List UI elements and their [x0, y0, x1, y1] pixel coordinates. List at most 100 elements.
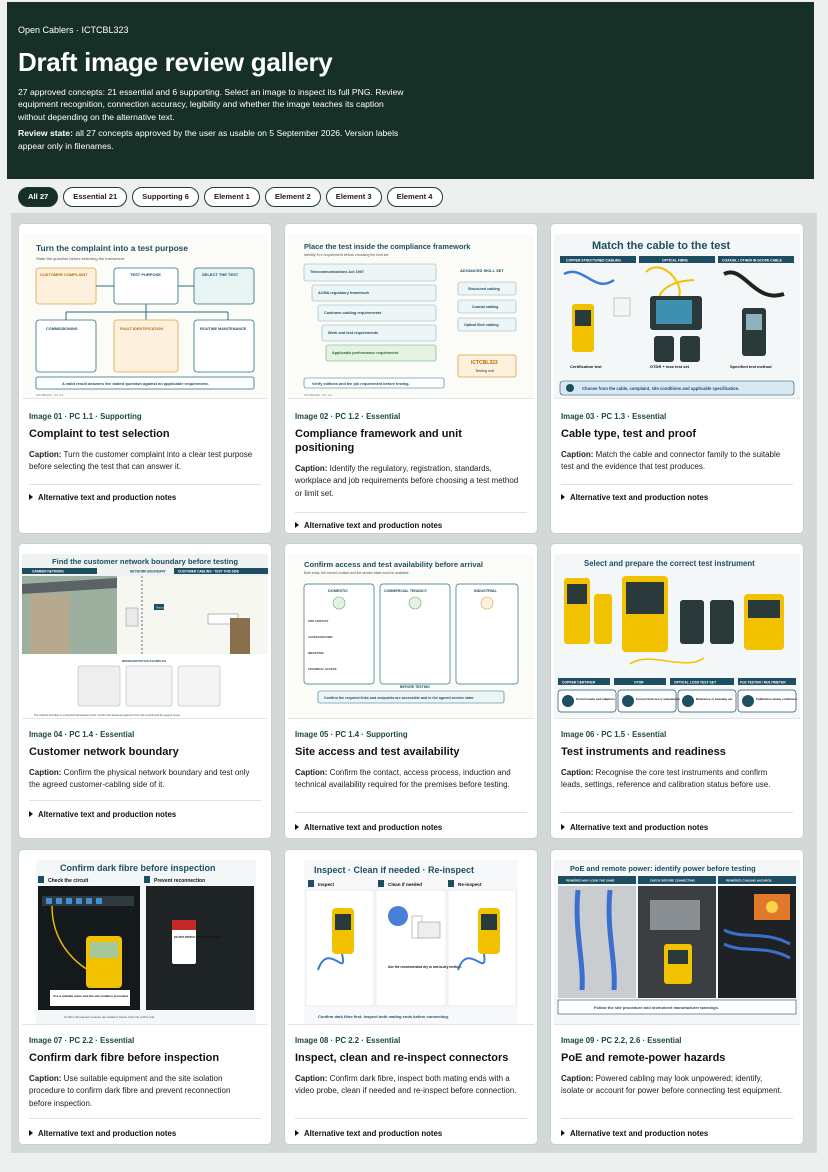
image-card-08[interactable]: Inspect · Clean if needed · Re-inspect I… [284, 849, 538, 1145]
thumb-row-4: TECHNICAL ACCESS [308, 667, 337, 671]
thumb-col-1: DOMESTIC [328, 589, 348, 593]
image-card-06[interactable]: Select and prepare the correct test inst… [550, 543, 804, 839]
disclosure-triangle-icon [561, 824, 565, 830]
card-caption: Caption: Confirm dark fibre, inspect bot… [295, 1073, 521, 1098]
thumb-subheading: State the question before selecting the … [36, 256, 125, 261]
card-divider [29, 800, 261, 801]
thumb-tag: Test scope [156, 606, 169, 610]
caption-label: Caption: [29, 450, 62, 459]
thumb-step-3: Reference or baseline set [696, 697, 732, 701]
thumb-col-3: COAXIAL / OTHER IN-SCOPE CABLE [722, 259, 783, 263]
alt-text-toggle[interactable]: Alternative text and production notes [29, 1129, 176, 1139]
thumb-option-2: FAULT IDENTIFICATION [120, 327, 163, 331]
thumb-side-item-3: Optical fibre cabling [464, 323, 499, 327]
thumb-footer: Verify editions and the job requirement … [312, 382, 409, 386]
alt-text-label: Alternative text and production notes [304, 823, 443, 832]
image-card-05[interactable]: Confirm access and test availability bef… [284, 543, 538, 839]
image-thumbnail-01[interactable]: Turn the complaint into a test purpose S… [22, 234, 268, 399]
thumb-step-2: Prevent reconnection [154, 878, 205, 884]
caption-label: Caption: [295, 768, 328, 777]
thumb-subheading: Identify th e requirement before choosin… [304, 253, 389, 257]
card-divider [295, 812, 527, 813]
thumb-step-2: Correct limit set or wavelength [636, 697, 680, 701]
thumb-heading: Confirm access and test availability bef… [304, 560, 483, 569]
card-title: Confirm dark fibre before inspection [29, 1052, 220, 1064]
image-thumbnail-07[interactable]: Confirm dark fibre before inspection Che… [22, 860, 268, 1025]
thumb-item-4: Work and test requirements [328, 331, 378, 335]
thumb-step-1: Inspect [318, 882, 335, 887]
image-card-01[interactable]: Turn the complaint into a test purpose S… [18, 223, 272, 534]
thumb-heading: Find the customer network boundary befor… [52, 557, 238, 566]
card-meta: Image 07 · PC 2.2 · Essential [29, 1036, 135, 1045]
filter-essential[interactable]: Essential 21 [63, 187, 128, 207]
card-caption: Caption: Recognise the core test instrum… [561, 767, 787, 792]
image-card-02[interactable]: Place the test inside the compliance fra… [284, 223, 538, 534]
thumb-panel-3: POWERED CABLING HAZARDS [726, 879, 772, 883]
image-thumbnail-09[interactable]: PoE and remote power: identify power bef… [554, 860, 800, 1025]
image-thumbnail-06[interactable]: Select and prepare the correct test inst… [554, 554, 800, 719]
image-card-04[interactable]: Find the customer network boundary befor… [18, 543, 272, 839]
filter-supporting[interactable]: Supporting 6 [132, 187, 199, 207]
image-thumbnail-03[interactable]: Match the cable to the test COPPER STRUC… [554, 234, 800, 399]
card-divider [561, 812, 793, 813]
thumb-box-complaint: CUSTOMER COMPLAINT [40, 272, 88, 277]
thumb-box-select: SELECT THE TEST [202, 272, 239, 277]
disclosure-triangle-icon [29, 494, 33, 500]
alt-text-toggle[interactable]: Alternative text and production notes [295, 1129, 442, 1139]
alt-text-label: Alternative text and production notes [570, 823, 709, 832]
alt-text-toggle[interactable]: Alternative text and production notes [295, 521, 442, 531]
alt-text-toggle[interactable]: Alternative text and production notes [29, 493, 176, 503]
thumb-row-3: INDUCTION [308, 651, 324, 655]
alt-text-toggle[interactable]: Alternative text and production notes [29, 810, 176, 820]
image-card-07[interactable]: Confirm dark fibre before inspection Che… [18, 849, 272, 1145]
card-divider [295, 512, 527, 513]
thumb-heading: Select and prepare the correct test inst… [584, 559, 755, 568]
card-title: Test instruments and readiness [561, 746, 726, 758]
thumb-panel-1: POWERED MAY LOOK THE SAME [566, 879, 615, 883]
thumb-col-1: COPPER STRUCTURED CABLING [566, 259, 621, 263]
thumb-item-3: Customer-cabling requirements [324, 311, 381, 315]
card-divider [29, 484, 261, 485]
thumb-side-item-2: Coaxial cabling [472, 305, 498, 309]
card-meta: Image 08 · PC 2.2 · Essential [295, 1036, 401, 1045]
thumb-label-1: COPPER CERTIFIER [562, 681, 596, 685]
disclosure-triangle-icon [295, 1130, 299, 1136]
filter-element-2[interactable]: Element 2 [264, 187, 321, 207]
caption-label: Caption: [29, 1074, 62, 1083]
caption-text: Match the cable and connector family to … [561, 450, 781, 472]
caption-text: Confirm dark fibre, inspect both mating … [295, 1074, 517, 1096]
image-thumbnail-08[interactable]: Inspect · Clean if needed · Re-inspect I… [288, 860, 534, 1025]
thumb-step-1: Check the circuit [48, 878, 89, 884]
image-thumbnail-04[interactable]: Find the customer network boundary befor… [22, 554, 268, 719]
image-thumbnail-02[interactable]: Place the test inside the compliance fra… [288, 234, 534, 399]
review-state-text: all 27 concepts approved by the user as … [18, 128, 399, 151]
image-thumbnail-05[interactable]: Confirm access and test availability bef… [288, 554, 534, 719]
thumb-footer: Choose from the cable, complaint, site c… [582, 386, 739, 391]
thumb-heading: Confirm dark fibre before inspection [60, 863, 216, 873]
page-title: Draft image review gallery [18, 47, 333, 77]
alt-text-toggle[interactable]: Alternative text and production notes [561, 823, 708, 833]
filter-all[interactable]: All 27 [18, 187, 59, 207]
disclosure-triangle-icon [561, 494, 565, 500]
image-card-09[interactable]: PoE and remote power: identify power bef… [550, 849, 804, 1145]
card-meta: Image 02 · PC 1.2 · Essential [295, 412, 401, 421]
page-header: Open Cablers · ICTCBL323 Draft image rev… [7, 2, 814, 179]
image-card-03[interactable]: Match the cable to the test COPPER STRUC… [550, 223, 804, 534]
thumb-unit-code: ICTCBL323 [471, 360, 498, 366]
card-title: Customer network boundary [29, 746, 179, 758]
thumb-footer: A valid result answers the stated questi… [62, 381, 209, 386]
filter-element-3[interactable]: Element 3 [325, 187, 382, 207]
thumb-col-2: OPTICAL FIBRE [662, 259, 689, 263]
thumb-ref: ICTCBL323 · PC 1.1 [36, 393, 64, 397]
alt-text-label: Alternative text and production notes [38, 810, 177, 819]
alt-text-toggle[interactable]: Alternative text and production notes [561, 1129, 708, 1139]
alt-text-toggle[interactable]: Alternative text and production notes [561, 493, 708, 503]
caption-text: Identify the regulatory, registration, s… [295, 464, 519, 498]
thumb-mid-label: NETWORK BOUNDARY [130, 570, 167, 574]
filter-element-4[interactable]: Element 4 [386, 187, 443, 207]
card-title: Compliance framework and unit positionin… [295, 428, 462, 454]
alt-text-toggle[interactable]: Alternative text and production notes [295, 823, 442, 833]
filter-element-1[interactable]: Element 1 [204, 187, 260, 207]
image-gallery: Turn the complaint into a test purpose S… [11, 213, 817, 1153]
thumb-label-2: OTDR [634, 681, 644, 685]
